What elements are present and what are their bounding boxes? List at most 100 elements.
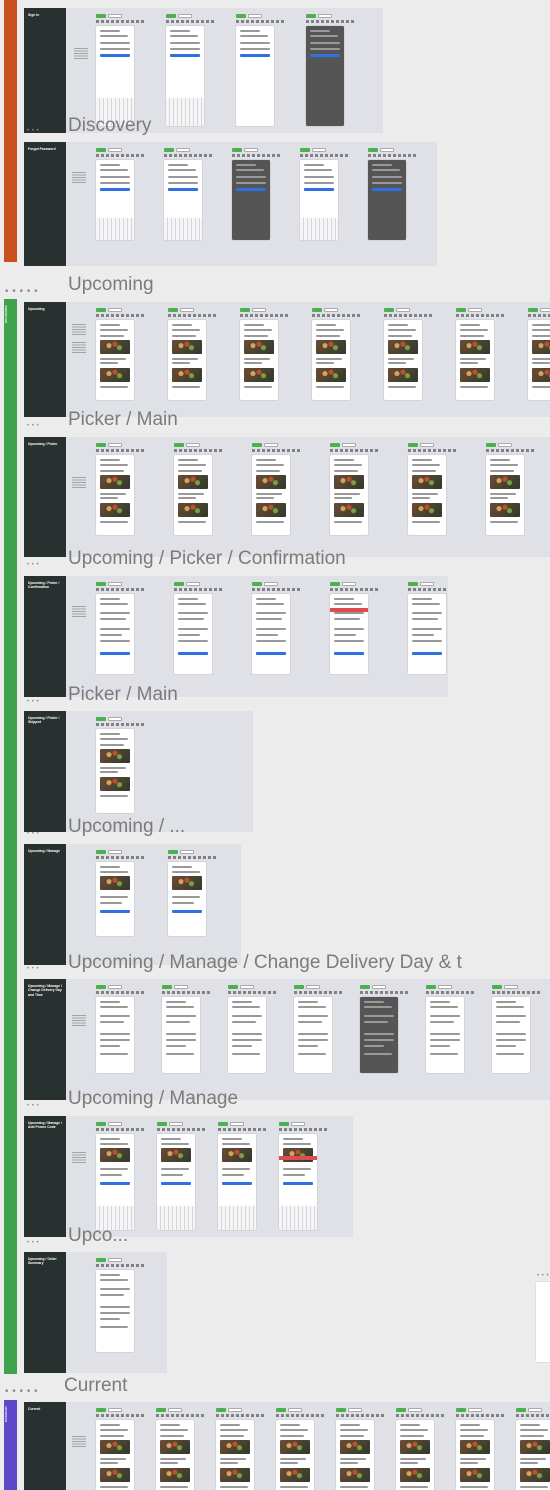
frame-group[interactable]: Upcoming / Manage / Add Promo Code [24, 1116, 353, 1237]
screen-frame[interactable] [330, 582, 390, 676]
primary-button[interactable] [304, 188, 334, 191]
phone-screen[interactable] [162, 997, 200, 1073]
phone-screen[interactable] [384, 320, 422, 400]
screen-frame[interactable] [218, 1122, 278, 1232]
screen-frame[interactable] [96, 1258, 156, 1354]
keyboard[interactable] [279, 1206, 317, 1230]
screen-frame[interactable] [96, 1408, 156, 1490]
phone-screen[interactable] [396, 1420, 434, 1490]
phone-screen[interactable] [216, 1420, 254, 1490]
primary-button[interactable] [161, 1182, 191, 1185]
phone-screen[interactable] [300, 160, 338, 240]
screen-frame[interactable] [384, 308, 444, 402]
offscreen-frame[interactable] [536, 1282, 550, 1362]
phone-screen[interactable] [252, 594, 290, 674]
phone-screen[interactable] [168, 862, 206, 936]
phone-screen[interactable] [96, 594, 134, 674]
frame-group[interactable]: Upcoming / Manage [24, 844, 241, 965]
screen-frame[interactable] [492, 985, 550, 1075]
phone-screen[interactable] [218, 1134, 256, 1230]
screen-frame[interactable] [168, 850, 228, 938]
screen-frame[interactable] [96, 717, 156, 815]
screen-frame[interactable] [236, 14, 296, 128]
screen-frame[interactable] [174, 443, 234, 537]
screen-frame[interactable] [96, 850, 156, 938]
screen-frame[interactable] [330, 443, 390, 537]
screen-frame[interactable] [408, 582, 448, 676]
keyboard[interactable] [96, 218, 134, 240]
screen-frame[interactable] [294, 985, 354, 1075]
phone-screen[interactable] [168, 320, 206, 400]
screen-frame[interactable] [156, 1408, 216, 1490]
screen-frame[interactable] [96, 443, 156, 537]
screen-frame[interactable] [168, 308, 228, 402]
phone-screen[interactable] [408, 594, 446, 674]
keyboard[interactable] [157, 1206, 195, 1230]
frame-group[interactable]: Upcoming / Picker [24, 437, 550, 557]
frame-group[interactable]: Current [24, 1402, 550, 1490]
keyboard[interactable] [300, 218, 338, 240]
screen-frame[interactable] [96, 1122, 156, 1232]
primary-button[interactable] [100, 188, 130, 191]
primary-button[interactable] [100, 652, 130, 655]
phone-screen[interactable] [312, 320, 350, 400]
screen-frame[interactable] [240, 308, 300, 402]
screen-frame[interactable] [228, 985, 288, 1075]
phone-screen[interactable] [360, 997, 398, 1073]
screen-frame[interactable] [300, 148, 360, 242]
phone-screen[interactable] [96, 320, 134, 400]
phone-screen[interactable] [330, 455, 368, 535]
phone-screen[interactable] [156, 1420, 194, 1490]
keyboard[interactable] [218, 1206, 256, 1230]
phone-screen[interactable] [164, 160, 202, 240]
frame-group[interactable]: Upcoming / Picker / Skipped [24, 711, 253, 832]
phone-screen[interactable] [96, 26, 134, 126]
screen-frame[interactable] [456, 308, 516, 402]
primary-button[interactable] [178, 652, 208, 655]
screen-frame[interactable] [396, 1408, 456, 1490]
frame-group[interactable]: Upcoming [24, 302, 550, 417]
screen-frame[interactable] [162, 985, 222, 1075]
phone-screen[interactable] [252, 455, 290, 535]
screen-frame[interactable] [96, 582, 156, 676]
screen-frame[interactable] [252, 582, 312, 676]
screen-frame[interactable] [276, 1408, 336, 1490]
phone-screen[interactable] [174, 455, 212, 535]
phone-screen[interactable] [456, 320, 494, 400]
primary-button[interactable] [256, 652, 286, 655]
primary-button[interactable] [372, 188, 402, 191]
phone-screen[interactable] [486, 455, 524, 535]
phone-screen[interactable] [528, 320, 550, 400]
phone-screen[interactable] [236, 26, 274, 126]
screen-frame[interactable] [232, 148, 292, 242]
phone-screen[interactable] [232, 160, 270, 240]
primary-button[interactable] [222, 1182, 252, 1185]
primary-button[interactable] [334, 652, 364, 655]
screen-frame[interactable] [157, 1122, 217, 1232]
phone-screen[interactable] [96, 729, 134, 813]
phone-screen[interactable] [96, 1270, 134, 1352]
primary-button[interactable] [236, 188, 266, 191]
screen-frame[interactable] [312, 308, 372, 402]
phone-screen[interactable] [336, 1420, 374, 1490]
screen-frame[interactable] [96, 308, 156, 402]
phone-screen[interactable] [240, 320, 278, 400]
screen-frame[interactable] [279, 1122, 339, 1232]
screen-frame[interactable] [174, 582, 234, 676]
phone-screen[interactable] [96, 1134, 134, 1230]
primary-button[interactable] [100, 910, 130, 913]
screen-frame[interactable] [360, 985, 420, 1075]
phone-screen[interactable] [408, 455, 446, 535]
phone-screen[interactable] [96, 1420, 134, 1490]
screen-frame[interactable] [336, 1408, 396, 1490]
screen-frame[interactable] [408, 443, 468, 537]
screen-frame[interactable] [306, 14, 366, 128]
primary-button[interactable] [170, 54, 200, 57]
phone-screen[interactable] [166, 26, 204, 126]
screen-frame[interactable] [216, 1408, 276, 1490]
keyboard[interactable] [166, 98, 204, 126]
screen-frame[interactable] [166, 14, 226, 128]
frame-group[interactable]: Upcoming / Order Summary [24, 1252, 167, 1373]
phone-screen[interactable] [294, 997, 332, 1073]
phone-screen[interactable] [426, 997, 464, 1073]
